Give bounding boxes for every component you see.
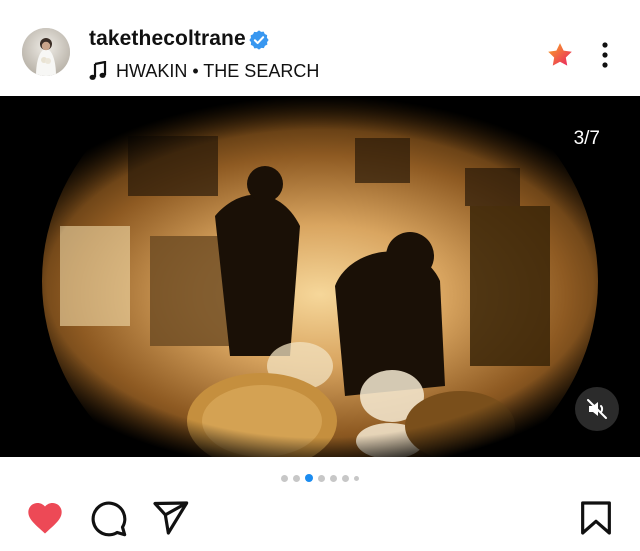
star-icon[interactable]	[546, 41, 574, 69]
carousel-dot	[293, 474, 300, 482]
media-photo	[0, 96, 640, 457]
carousel-dot	[342, 474, 349, 482]
more-options-icon[interactable]	[596, 40, 614, 70]
carousel-dot-active	[305, 474, 313, 482]
music-attribution[interactable]: HWAKIN • THE SEARCH	[89, 60, 319, 82]
music-note-icon	[89, 61, 107, 80]
post-header: takethecoltrane HWAKIN • THE SEARCH	[0, 0, 640, 96]
carousel-dot	[330, 474, 337, 482]
comment-icon[interactable]	[88, 498, 128, 538]
carousel-indicator	[0, 471, 640, 485]
volume-muted-icon	[587, 399, 607, 419]
music-track-label: HWAKIN • THE SEARCH	[116, 60, 320, 81]
send-icon[interactable]	[150, 498, 190, 538]
post-media[interactable]: 3/7	[0, 96, 640, 457]
carousel-dot	[281, 474, 288, 482]
username[interactable]: takethecoltrane	[89, 27, 246, 51]
post-actions	[0, 498, 640, 546]
verified-badge-icon	[249, 30, 269, 50]
avatar[interactable]	[22, 28, 70, 76]
mute-button[interactable]	[575, 387, 619, 431]
heart-icon[interactable]	[25, 498, 65, 538]
carousel-counter: 3/7	[573, 128, 600, 149]
carousel-dot	[354, 475, 359, 481]
carousel-dot	[318, 474, 325, 482]
bookmark-icon[interactable]	[576, 498, 616, 538]
